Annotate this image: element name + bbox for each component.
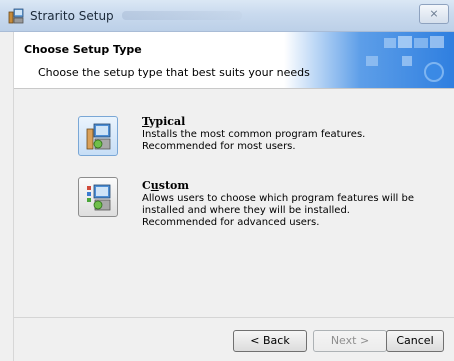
next-button[interactable]: Next >	[313, 330, 387, 352]
custom-setup-icon	[87, 184, 111, 211]
cancel-button[interactable]: Cancel	[386, 330, 444, 352]
back-button[interactable]: < Back	[233, 330, 307, 352]
close-button[interactable]: ⨯	[419, 4, 449, 24]
typical-title-rest: ypical	[148, 115, 186, 128]
custom-button[interactable]	[78, 177, 118, 217]
custom-title: Custom	[142, 179, 189, 192]
button-bar: < Back Next > Cancel	[14, 317, 454, 361]
typical-button[interactable]	[78, 116, 118, 156]
custom-title-rest: stom	[158, 179, 190, 192]
custom-mnemonic: u	[150, 179, 159, 192]
title-bar: Strarito Setup ⨯	[0, 0, 454, 32]
setup-type-panel: Typical Installs the most common program…	[14, 89, 454, 317]
custom-title-prefix: C	[142, 179, 151, 192]
header-banner: Choose Setup Type Choose the setup type …	[14, 32, 454, 89]
page-title: Choose Setup Type	[24, 43, 142, 56]
title-bar-blur	[122, 11, 242, 20]
close-icon: ⨯	[429, 7, 439, 20]
setup-app-icon	[8, 8, 24, 24]
page-subtitle: Choose the setup type that best suits yo…	[38, 66, 310, 79]
typical-mnemonic: T	[142, 115, 149, 128]
typical-title: Typical	[142, 115, 185, 128]
banner-graphic	[284, 32, 454, 88]
custom-description: Allows users to choose which program fea…	[142, 193, 414, 228]
window-title: Strarito Setup	[30, 9, 114, 23]
computer-setup-icon	[86, 123, 111, 150]
typical-description: Installs the most common program feature…	[142, 129, 366, 152]
window-left-edge	[0, 32, 14, 361]
